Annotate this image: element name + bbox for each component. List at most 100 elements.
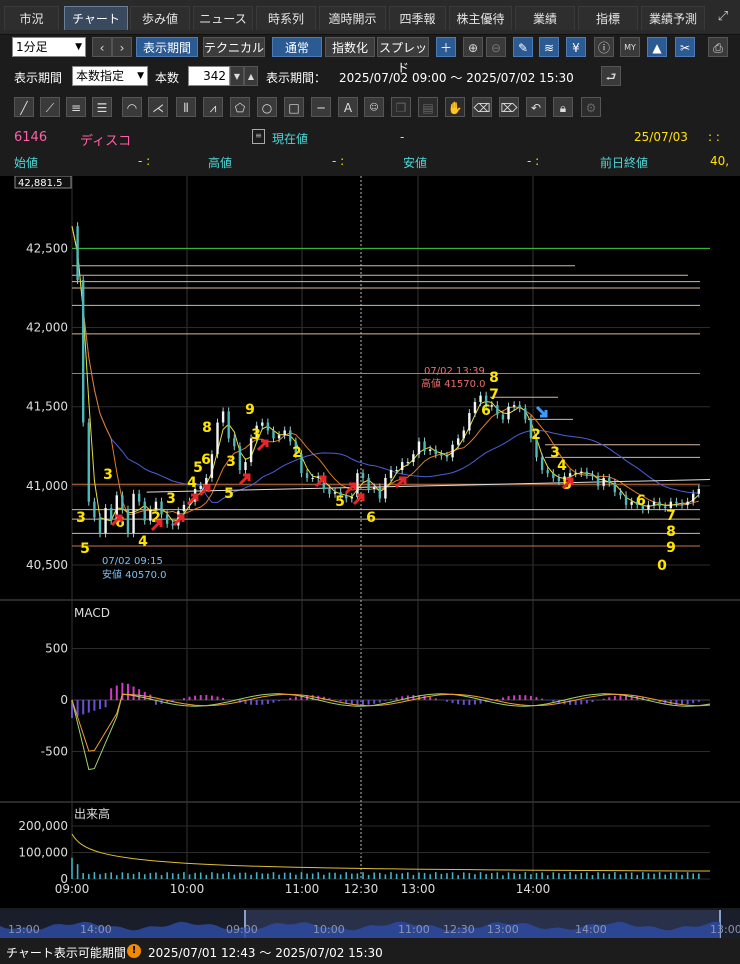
index-button[interactable]: 指数化 (325, 37, 375, 57)
volume-bar (138, 872, 140, 879)
wave-icon[interactable]: ≋ (539, 37, 559, 57)
next-button[interactable]: › (112, 37, 132, 57)
normal-button[interactable]: 通常 (272, 37, 322, 57)
pentagon-icon[interactable]: ⬠ (230, 97, 250, 117)
candle-body (311, 477, 314, 479)
channel-tool-icon[interactable]: ☰ (92, 97, 112, 117)
candle-body (361, 473, 365, 478)
count-down-icon[interactable]: ▼ (230, 66, 244, 86)
candle-body (613, 482, 617, 493)
technical-button[interactable]: テクニカル (203, 37, 265, 57)
overview-time-label: 13:00 (487, 923, 519, 936)
volume-bar (87, 874, 90, 879)
macd-histogram-bar (473, 700, 476, 705)
volume-bar (524, 872, 527, 879)
plus-icon[interactable]: ＋ (436, 37, 456, 57)
overview-time-label: 13:00 (710, 923, 740, 936)
volume-bar (339, 874, 342, 879)
count-up-icon[interactable]: ▲ (244, 66, 258, 86)
interval-select[interactable]: 1分足 ▼ (12, 37, 86, 57)
volume-axis-label: 100,000 (18, 846, 68, 860)
rectangle-icon[interactable]: □ (284, 97, 304, 117)
pencil-icon[interactable]: ✎ (513, 37, 533, 57)
tab-market[interactable]: 市況 (4, 6, 59, 30)
volume-bar (518, 874, 521, 879)
time-axis-label: 12:30 (344, 882, 379, 896)
eraser-icon[interactable]: ⌫ (472, 97, 492, 117)
count-signal-label: 0 (657, 558, 667, 574)
return-icon[interactable]: ⮐ (601, 66, 621, 86)
yen-icon[interactable]: ¥ (566, 37, 586, 57)
overview-scrollbar[interactable]: 13:00 14:00 09:00 10:00 11:00 12:30 13:00 14:00… (0, 910, 740, 938)
tab-disclosure[interactable]: 適時開示 (319, 6, 386, 30)
macd-histogram-bar (697, 700, 700, 702)
text-tool-icon[interactable]: A (338, 97, 358, 117)
count-signal-label: 8 (666, 524, 676, 540)
zoom-out-icon[interactable]: ⊖ (486, 37, 506, 57)
volume-bar (261, 873, 264, 879)
open-value: - : (138, 154, 151, 168)
warning-icon: ! (127, 944, 141, 958)
zoom-in-icon[interactable]: ⊕ (463, 37, 483, 57)
tab-chart[interactable]: チャート (64, 6, 128, 30)
candle-body (417, 441, 421, 455)
tab-forecast[interactable]: 業績予測 (641, 6, 705, 30)
fan-tool-icon[interactable]: ⋌ (148, 97, 168, 117)
area-chart-icon[interactable]: ▲ (647, 37, 667, 57)
candle-body (440, 454, 443, 456)
eraser-all-icon[interactable]: ⌦ (499, 97, 519, 117)
quote-date: 25/07/03 (634, 130, 688, 144)
volume-bar (289, 872, 292, 879)
candle-body (104, 508, 107, 534)
tab-tick[interactable]: 歩み値 (130, 6, 190, 30)
macd-histogram-bar (194, 695, 197, 700)
volume-axis-label: 200,000 (18, 819, 68, 833)
arc-tool-icon[interactable]: ◠ (122, 97, 142, 117)
volume-bar (614, 872, 616, 879)
expand-icon[interactable]: ⤢ (714, 9, 732, 27)
volume-bar (99, 874, 101, 879)
range-label: 表示期間： (266, 71, 327, 85)
wrench-icon[interactable]: ✂ (675, 37, 695, 57)
count-signal-label: 2 (531, 427, 541, 443)
horizontal-lines-icon[interactable]: ≡ (66, 97, 86, 117)
volume-bar (675, 872, 678, 879)
circle-icon[interactable]: ○ (257, 97, 277, 117)
line-tool-icon[interactable]: ╱ (14, 97, 34, 117)
stamp-icon[interactable]: ☺ (364, 97, 384, 117)
undo-icon[interactable]: ↶ (526, 97, 546, 117)
candle-body (658, 501, 661, 507)
lock-icon[interactable]: 🔒︎ (553, 97, 573, 117)
macd-histogram-bar (356, 700, 359, 705)
print-icon[interactable]: ⎙ (708, 37, 728, 57)
period-mode-select[interactable]: 本数指定 ▼ (72, 66, 148, 86)
volume-bar (507, 872, 510, 879)
horizontal-line-icon[interactable]: ─ (311, 97, 331, 117)
chevron-down-icon: ▼ (137, 71, 144, 81)
ruler-tool-icon[interactable]: ⟋ (40, 97, 60, 117)
time-axis-label: 14:00 (516, 882, 551, 896)
tab-indicators[interactable]: 指標 (578, 6, 638, 30)
price-chart[interactable]: MACD 500 0 -500 出来高 200,000 100,000 0 07/02 13… (0, 176, 740, 908)
info-icon[interactable]: ⓘ (594, 37, 614, 57)
volume-bar (670, 872, 672, 879)
memo-icon[interactable]: ≡ (252, 129, 265, 144)
macd-histogram-bar (653, 700, 656, 701)
tab-quarterly[interactable]: 四季報 (389, 6, 446, 30)
tab-shareholder[interactable]: 株主優待 (449, 6, 512, 30)
spread-button[interactable]: スプレッド (377, 37, 429, 75)
vertical-lines-icon[interactable]: ⦀ (176, 97, 196, 117)
candle-body (350, 496, 354, 499)
tab-earnings[interactable]: 業績 (515, 6, 575, 30)
display-period-button[interactable]: 表示期間 (136, 37, 198, 57)
candle-body (496, 405, 499, 415)
volume-bar (485, 874, 487, 879)
gann-tool-icon[interactable]: ⩘ (203, 97, 223, 117)
tab-time-series[interactable]: 時系列 (256, 6, 316, 30)
count-input[interactable]: 342 (188, 66, 230, 86)
prev-button[interactable]: ‹ (92, 37, 112, 57)
count-signal-label: 8 (202, 420, 212, 436)
period-label: 表示期間 (14, 71, 63, 85)
tab-news[interactable]: ニュース (193, 6, 253, 30)
my-icon[interactable]: MY (620, 37, 640, 57)
